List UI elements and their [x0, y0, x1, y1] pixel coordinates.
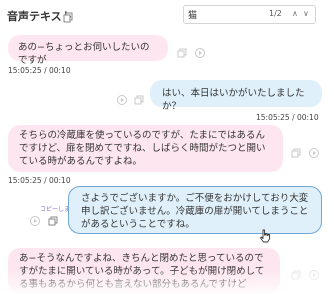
message-text: そちらの冷蔵庫を使っているのですが、たまにではあるんですけど、扉を閉めてですね、…: [19, 130, 266, 167]
message-timestamp: 15:05:25 / 00:10: [256, 113, 319, 122]
search-down-icon[interactable]: ∨: [303, 9, 309, 18]
cursor-icon: [259, 228, 271, 243]
header: 音声テキスト 1/2 ∧ ∨: [0, 0, 334, 28]
search-up-icon[interactable]: ∧: [292, 9, 298, 18]
play-icon[interactable]: [195, 43, 205, 58]
message-text: はい、本日はいかがいたしましたか？: [162, 88, 305, 112]
play-icon[interactable]: [117, 90, 127, 105]
copy-icon[interactable]: [63, 8, 73, 27]
message-timestamp: 15:05:25 / 00:10: [8, 66, 71, 75]
play-icon[interactable]: [309, 143, 319, 158]
message-bubble: はい、本日はいかがいたしましたか？: [150, 80, 322, 112]
play-icon[interactable]: [30, 211, 40, 226]
message-bubble: そちらの冷蔵庫を使っているのですが、たまにではあるんですけど、扉を閉めてですね、…: [8, 125, 283, 172]
search-box: 1/2 ∧ ∨: [183, 5, 316, 24]
copy-icon[interactable]: [291, 143, 301, 158]
search-input[interactable]: [188, 8, 248, 21]
message-timestamp: 15:05:25 / 00:10: [8, 176, 71, 185]
copy-icon[interactable]: [48, 211, 58, 226]
copy-icon[interactable]: [177, 43, 187, 58]
message-text: あの−ちょっとお伺いしたいのですが: [18, 42, 150, 66]
copy-icon[interactable]: [134, 90, 144, 105]
scroll-fade: [0, 270, 334, 294]
message-text: さようでございますか。ご不便をおかけしており大変申し訳ございません。冷蔵庫の扉が…: [81, 193, 309, 230]
search-match-count: 1/2: [269, 9, 282, 18]
message-bubble: さようでございますか。ご不便をおかけしており大変申し訳ございません。冷蔵庫の扉が…: [68, 186, 322, 234]
message-bubble: あの−ちょっとお伺いしたいのですが: [8, 35, 168, 66]
